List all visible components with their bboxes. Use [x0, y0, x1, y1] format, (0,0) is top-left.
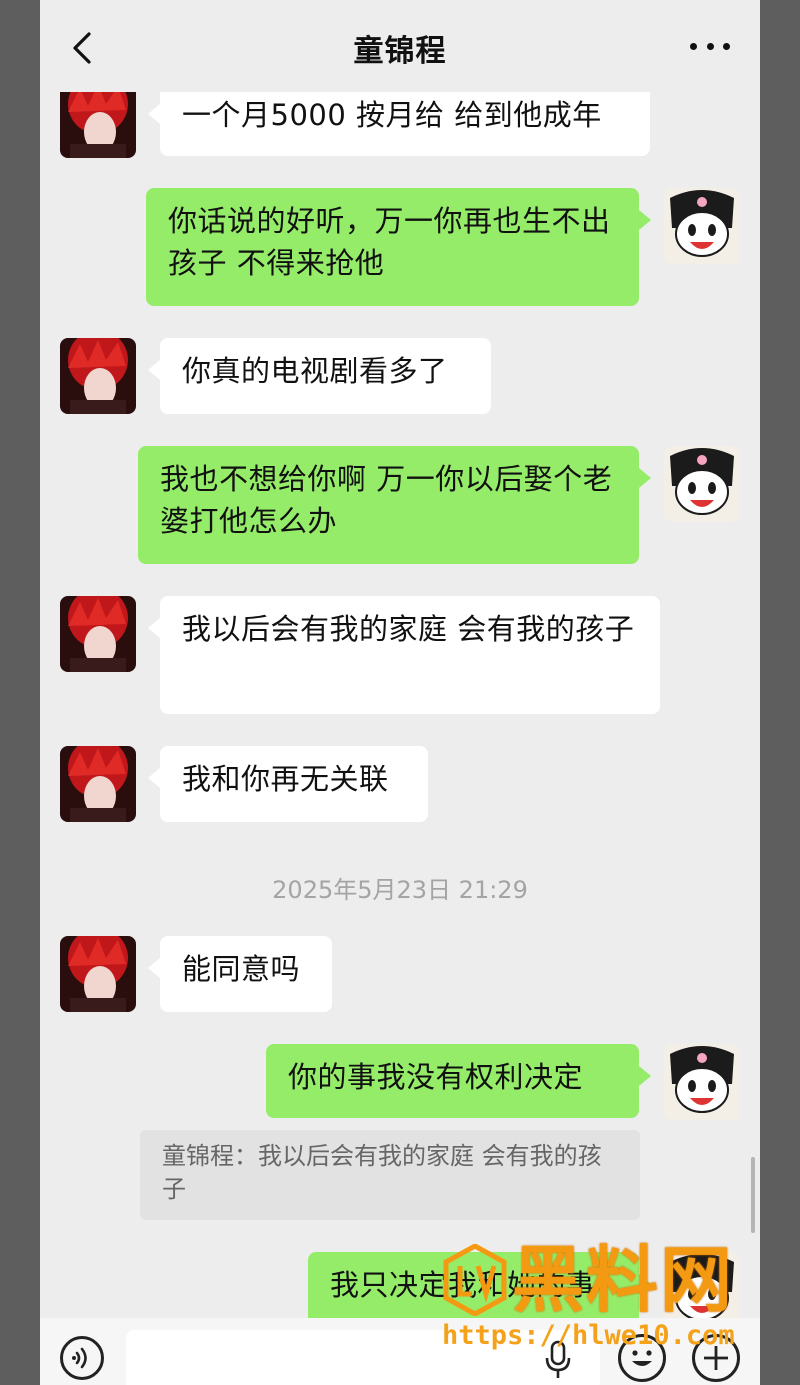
watermark-brand: 黑料网: [512, 1238, 735, 1322]
quoted-message[interactable]: 童锦程：我以后会有我的家庭 会有我的孩子: [140, 1130, 640, 1220]
message-bubble[interactable]: 你话说的好听，万一你再也生不出孩子 不得来抢他: [146, 188, 651, 306]
message-bubble[interactable]: 我以后会有我的家庭 会有我的孩子: [148, 596, 660, 714]
chat-title: 童锦程: [353, 34, 447, 69]
voice-icon: [72, 1347, 87, 1369]
contact-avatar[interactable]: [60, 82, 136, 158]
contact-avatar[interactable]: [60, 746, 136, 822]
my-avatar[interactable]: [664, 188, 740, 264]
contact-avatar[interactable]: [60, 338, 136, 414]
scrollbar[interactable]: [751, 1157, 755, 1233]
more-dots-icon: [690, 42, 697, 50]
message-bubble[interactable]: 能同意吗: [148, 936, 332, 1012]
contact-avatar[interactable]: [60, 596, 136, 672]
chat-header: 童锦程: [40, 0, 760, 92]
voice-button[interactable]: [60, 1336, 104, 1380]
watermark-url: https://hlwe10.com: [442, 1320, 735, 1351]
contact-avatar[interactable]: [60, 936, 136, 1012]
my-avatar[interactable]: [664, 1044, 740, 1120]
message-bubble[interactable]: 我也不想给你啊 万一你以后娶个老婆打他怎么办: [138, 446, 651, 564]
watermark-logo-icon: [443, 1244, 507, 1316]
more-button[interactable]: [690, 36, 730, 56]
message-bubble[interactable]: 一个月5000 按月给 给到他成年: [148, 82, 650, 156]
message-bubble[interactable]: 你的事我没有权利决定: [266, 1044, 651, 1118]
time-divider: 2025年5月23日 21:29: [272, 876, 528, 904]
my-avatar[interactable]: [664, 446, 740, 522]
watermark: 黑料网 https://hlwe10.com: [442, 1240, 772, 1360]
message-bubble[interactable]: 我和你再无关联: [148, 746, 428, 822]
chat-screen: 童锦程 一个月5000 按月给 给到他成年 你话说的好听，万一你再也生不出孩子 …: [40, 0, 760, 1385]
message-bubble[interactable]: 你真的电视剧看多了: [148, 338, 491, 414]
